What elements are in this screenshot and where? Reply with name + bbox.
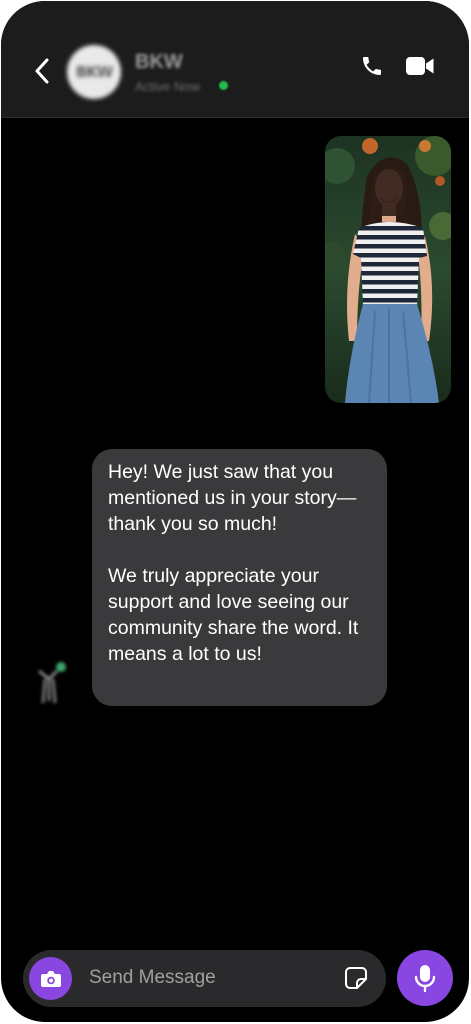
- message-paragraph: Hey! We just saw that you mentioned us i…: [108, 461, 357, 535]
- back-button[interactable]: [27, 53, 57, 89]
- voice-message-button[interactable]: [397, 950, 453, 1006]
- chat-header: BKW BKW Active Now: [1, 1, 469, 118]
- image-message[interactable]: [325, 136, 451, 403]
- phone-icon: [363, 57, 381, 75]
- online-status-dot: [219, 81, 228, 90]
- camera-button[interactable]: [29, 957, 72, 1000]
- chat-screen: BKW BKW Active Now Hey! We just saw that…: [1, 1, 469, 1022]
- video-camera-icon: [406, 57, 434, 75]
- contact-avatar[interactable]: BKW: [67, 45, 121, 99]
- photo-thumbnail: [325, 136, 451, 403]
- message-bubble[interactable]: Hey! We just saw that you mentioned us i…: [92, 449, 387, 706]
- sticker-icon: [345, 967, 367, 989]
- avatar-logo-text: BKW: [75, 63, 114, 81]
- message-paragraph: We truly appreciate your support and lov…: [108, 565, 359, 665]
- voice-call-button[interactable]: [357, 51, 387, 81]
- sticker-button[interactable]: [343, 964, 369, 992]
- video-call-button[interactable]: [403, 51, 437, 81]
- contact-status: Active Now: [135, 79, 201, 94]
- chevron-left-icon: [35, 58, 49, 84]
- camera-icon: [40, 970, 61, 987]
- microphone-icon: [414, 965, 436, 993]
- contact-name[interactable]: BKW: [135, 51, 183, 74]
- sender-avatar[interactable]: [31, 657, 71, 707]
- message-input[interactable]: [89, 964, 329, 992]
- message-composer: [23, 950, 386, 1007]
